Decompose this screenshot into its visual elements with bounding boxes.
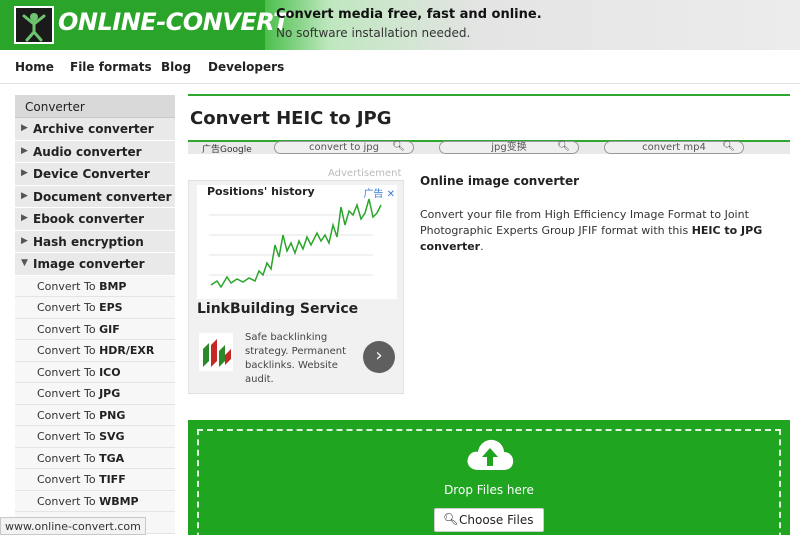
sub-prefix: Convert To xyxy=(37,301,96,314)
sub-prefix: Convert To xyxy=(37,279,96,293)
sidebar-subitem-eps[interactable]: Convert To EPS xyxy=(15,297,175,319)
sub-prefix: Convert To xyxy=(37,430,96,443)
sub-prefix: Convert To xyxy=(37,365,96,379)
logo-icon[interactable] xyxy=(14,6,54,44)
sub-format: EPS xyxy=(99,301,123,314)
advertisement-label: Advertisement xyxy=(328,168,402,179)
sub-prefix: Convert To xyxy=(37,344,96,357)
sidebar-item-archive[interactable]: ▶ Archive converter xyxy=(15,118,175,141)
sub-format: ICO xyxy=(99,365,121,379)
sub-format: GIF xyxy=(99,322,120,336)
chevron-right-icon: ▶ xyxy=(21,213,28,223)
sidebar-subitem-tga[interactable]: Convert To TGA xyxy=(15,447,175,469)
sidebar-item-label: Image converter xyxy=(33,257,145,271)
chevron-down-icon: ▼ xyxy=(21,258,28,268)
sidebar: Converter ▶ Archive converter ▶ Audio co… xyxy=(15,95,175,534)
search-icon: 🔍︎ xyxy=(443,512,459,526)
drop-files-text: Drop Files here xyxy=(444,483,534,497)
ad-chart-image: Positions' history 广告 ✕ xyxy=(197,185,397,299)
sidebar-subitem-tiff[interactable]: Convert To TIFF xyxy=(15,469,175,491)
chevron-right-icon: ▶ xyxy=(21,123,28,133)
sidebar-item-device[interactable]: ▶ Device Converter xyxy=(15,163,175,186)
description-text-end: . xyxy=(480,240,484,253)
nav-developers[interactable]: Developers xyxy=(208,60,284,74)
divider xyxy=(188,94,790,96)
sidebar-item-document[interactable]: ▶ Document converter xyxy=(15,185,175,208)
sub-format: PNG xyxy=(99,408,126,422)
sub-format: WBMP xyxy=(99,494,139,508)
sidebar-item-ebook[interactable]: ▶ Ebook converter xyxy=(15,208,175,231)
sidebar-item-hash[interactable]: ▶ Hash encryption xyxy=(15,230,175,253)
chevron-right-icon: ▶ xyxy=(21,190,28,201)
sub-prefix: Convert To xyxy=(37,473,96,486)
sidebar-item-label: Audio converter xyxy=(33,144,142,159)
sidebar-item-label: Ebook converter xyxy=(33,212,145,226)
chevron-right-icon[interactable]: › xyxy=(363,341,395,373)
sub-prefix: Convert To xyxy=(37,387,96,400)
ad-line-graph xyxy=(209,198,382,289)
pill-label: convert mp4 xyxy=(642,142,706,153)
logo-text[interactable]: ONLINE-CONVERT xyxy=(58,8,290,36)
advertisement-box[interactable]: Positions' history 广告 ✕ LinkBuilding Ser… xyxy=(188,180,404,394)
chevron-right-icon: ▶ xyxy=(21,145,28,156)
cloud-upload-icon xyxy=(467,439,514,470)
nav-blog[interactable]: Blog xyxy=(161,60,191,74)
main-content: Convert HEIC to JPG 广告Google convert to … xyxy=(188,94,790,155)
sidebar-heading: Converter xyxy=(15,95,175,118)
search-suggestion-pill[interactable]: convert mp4 🔍︎ xyxy=(604,141,744,154)
nav-file-formats[interactable]: File formats xyxy=(70,60,152,74)
sidebar-subitem-wbmp[interactable]: Convert To WBMP xyxy=(15,490,175,512)
main-nav: Home File formats Blog Developers xyxy=(0,50,800,84)
sidebar-subitem-ico[interactable]: Convert To ICO xyxy=(15,361,175,383)
page-title: Convert HEIC to JPG xyxy=(190,108,392,129)
sidebar-item-label: Hash encryption xyxy=(33,234,144,249)
sidebar-item-label: Archive converter xyxy=(33,122,154,136)
site-header: ONLINE-CONVERT Convert media free, fast … xyxy=(0,0,800,50)
section-title: Online image converter xyxy=(420,174,580,188)
pill-label: convert to jpg xyxy=(309,142,379,153)
search-suggestion-pill[interactable]: convert to jpg 🔍︎ xyxy=(274,141,414,154)
nav-home[interactable]: Home xyxy=(15,60,54,74)
sidebar-item-label: Device Converter xyxy=(33,167,150,181)
ad-description: Safe backlinking strategy. Permanent bac… xyxy=(245,332,347,385)
sidebar-subitem-gif[interactable]: Convert To GIF xyxy=(15,318,175,340)
sidebar-subitem-hdr[interactable]: Convert To HDR/EXR xyxy=(15,340,175,362)
sidebar-subitem-svg[interactable]: Convert To SVG xyxy=(15,426,175,448)
header-tagline: Convert media free, fast and online. No … xyxy=(276,7,542,40)
search-icon: 🔍︎ xyxy=(392,141,405,152)
sub-format: BMP xyxy=(99,279,127,293)
sidebar-item-label: Document converter xyxy=(33,189,172,204)
pill-label: jpg变换 xyxy=(491,142,527,153)
browser-status-bar: www.online-convert.com xyxy=(0,517,146,535)
sub-prefix: Convert To xyxy=(37,322,96,336)
ad-logo-icon xyxy=(199,333,233,371)
upload-dropzone[interactable]: Drop Files here 🔍︎ Choose Files xyxy=(188,420,790,535)
sub-prefix: Convert To xyxy=(37,494,96,508)
section-description: Convert your file from High Efficiency I… xyxy=(420,207,780,255)
sub-format: HDR/EXR xyxy=(99,344,155,357)
chevron-right-icon: ▶ xyxy=(21,168,28,178)
tagline-secondary: No software installation needed. xyxy=(276,26,471,40)
sub-prefix: Convert To xyxy=(37,408,96,422)
search-icon: 🔍︎ xyxy=(557,141,570,152)
search-suggestion-pill[interactable]: jpg变换 🔍︎ xyxy=(439,141,579,154)
sidebar-item-audio[interactable]: ▶ Audio converter xyxy=(15,140,175,163)
tagline-primary: Convert media free, fast and online. xyxy=(276,7,542,22)
sidebar-subitem-png[interactable]: Convert To PNG xyxy=(15,404,175,426)
choose-files-label: Choose Files xyxy=(459,513,534,527)
google-search-bar: 广告Google convert to jpg 🔍︎ jpg变换 🔍︎ conv… xyxy=(188,140,790,155)
google-ad-label: 广告Google xyxy=(202,145,252,155)
sub-format: JPG xyxy=(99,387,121,400)
sidebar-subitem-jpg[interactable]: Convert To JPG xyxy=(15,383,175,405)
chevron-right-icon: ▶ xyxy=(21,235,28,246)
sub-format: TIFF xyxy=(99,473,126,486)
sidebar-subitem-bmp[interactable]: Convert To BMP xyxy=(15,275,175,297)
sub-prefix: Convert To xyxy=(37,451,96,465)
sidebar-item-image[interactable]: ▼ Image converter xyxy=(15,253,175,276)
sub-format: TGA xyxy=(99,451,125,465)
search-icon: 🔍︎ xyxy=(722,141,735,152)
ad-title[interactable]: LinkBuilding Service xyxy=(197,301,358,317)
choose-files-button[interactable]: 🔍︎ Choose Files xyxy=(434,508,544,532)
sub-format: SVG xyxy=(99,430,125,443)
